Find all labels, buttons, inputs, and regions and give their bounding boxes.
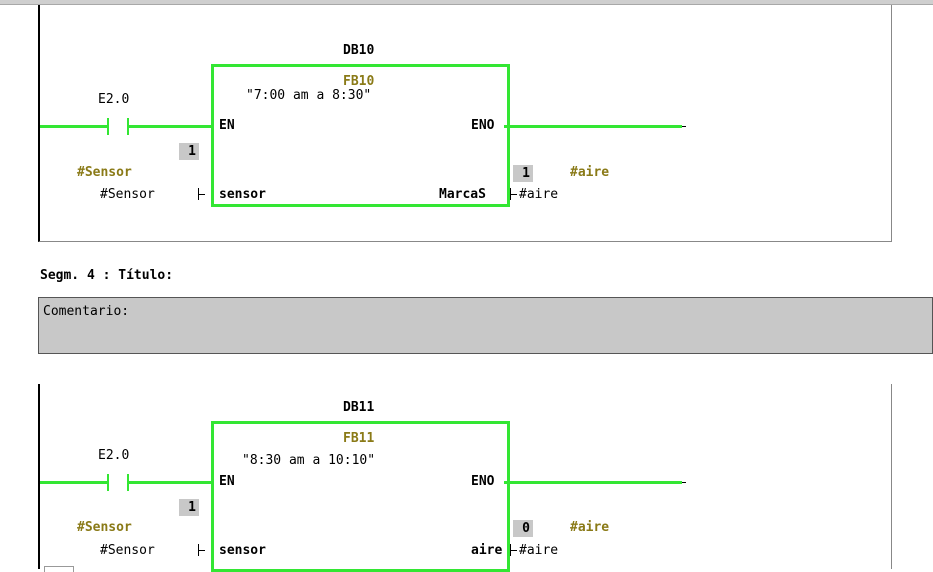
eno-output-wire xyxy=(504,125,682,128)
output-pin-tick xyxy=(511,194,517,195)
input-pin-label: sensor xyxy=(219,187,266,202)
en-pin-label: EN xyxy=(219,474,235,489)
output-operand[interactable]: #aire xyxy=(519,187,558,202)
rung-end xyxy=(682,126,686,127)
fb-comment: "7:00 am a 8:30" xyxy=(246,88,372,103)
contact-to-en-wire xyxy=(129,125,213,128)
contact-symbol[interactable]: #Sensor xyxy=(77,165,132,180)
segment-title[interactable]: Segm. 4 : Título: xyxy=(40,268,173,283)
output-status-value: 1 xyxy=(513,165,533,182)
input-pin-label: sensor xyxy=(219,543,266,558)
output-symbol: #aire xyxy=(570,165,610,180)
contact-address[interactable]: E2.0 xyxy=(98,92,129,107)
en-pin-label: EN xyxy=(219,118,235,133)
scrollbar-corner[interactable] xyxy=(44,566,74,572)
power-rail-wire xyxy=(40,481,107,484)
fb-label: FB10 xyxy=(343,74,375,89)
output-pin-label: MarcaS xyxy=(439,187,486,202)
fb-label: FB11 xyxy=(343,431,375,446)
db-label[interactable]: DB11 xyxy=(343,400,374,415)
output-pin-tick xyxy=(511,550,517,551)
eno-pin-label: ENO xyxy=(471,118,495,133)
db-label[interactable]: DB10 xyxy=(343,43,374,58)
eno-pin-label: ENO xyxy=(471,474,495,489)
input-operand[interactable]: #Sensor xyxy=(100,187,155,202)
output-pin-label: aire xyxy=(471,543,503,558)
output-status-value: 0 xyxy=(513,520,533,537)
input-operand[interactable]: #Sensor xyxy=(100,543,155,558)
contact-address[interactable]: E2.0 xyxy=(98,448,129,463)
segment-comment-text: Comentario: xyxy=(43,304,130,319)
contact-to-en-wire xyxy=(129,481,213,484)
output-symbol: #aire xyxy=(570,520,610,535)
segment-comment-field[interactable]: Comentario: xyxy=(38,297,933,354)
power-rail-wire xyxy=(40,125,107,128)
contact-left-bar xyxy=(107,474,109,491)
input-pin-tick xyxy=(199,550,205,551)
contact-status-value: 1 xyxy=(179,143,199,160)
contact-symbol[interactable]: #Sensor xyxy=(77,520,132,535)
contact-status-value: 1 xyxy=(179,499,199,516)
contact-left-bar xyxy=(107,118,109,135)
eno-output-wire xyxy=(504,481,682,484)
output-operand[interactable]: #aire xyxy=(519,543,558,558)
rung-end xyxy=(682,482,686,483)
fb-comment: "8:30 am a 10:10" xyxy=(242,453,376,468)
input-pin-tick xyxy=(199,194,205,195)
